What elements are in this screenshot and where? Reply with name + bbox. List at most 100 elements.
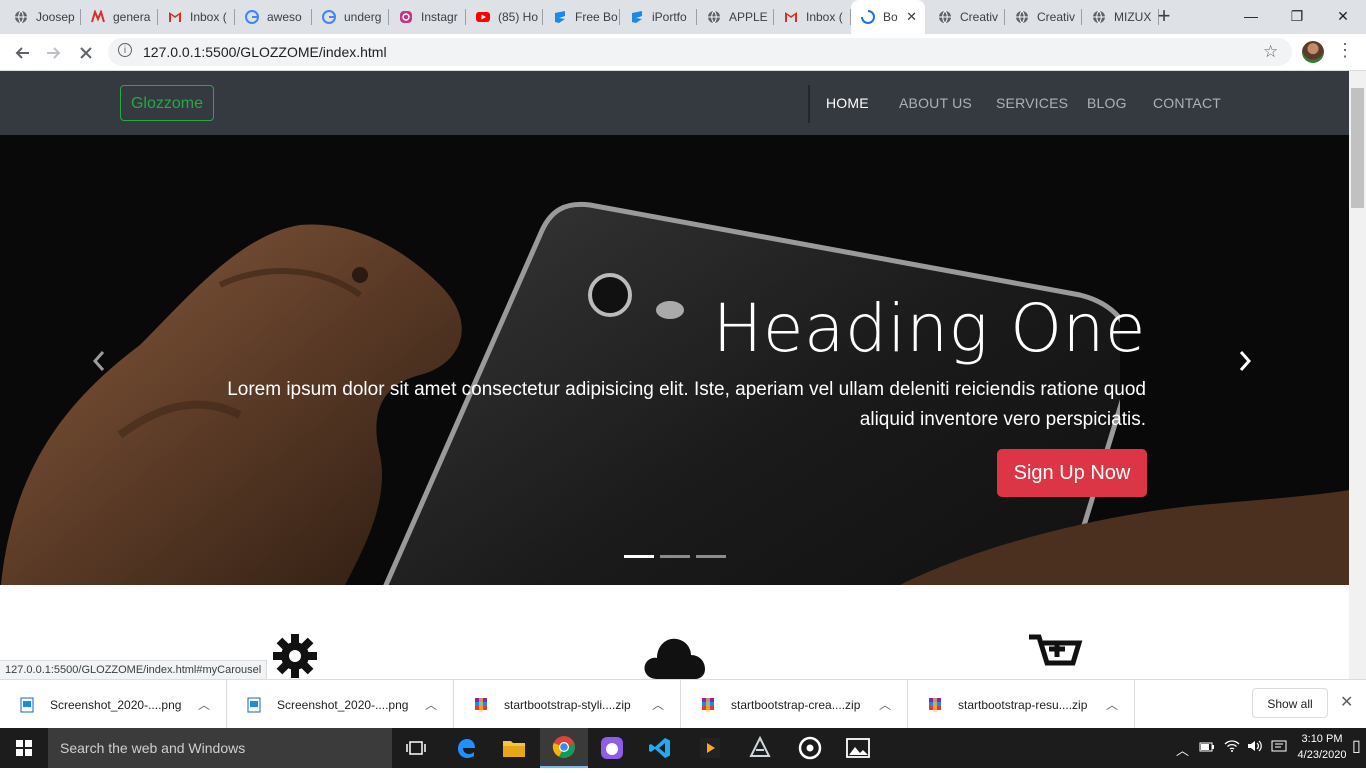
site-navbar: Glozzome HOME ABOUT US SERVICES BLOG CON…: [0, 71, 1349, 135]
download-filename: startbootstrap-crea....zip: [731, 697, 861, 712]
start-button[interactable]: [0, 728, 48, 768]
forward-button[interactable]: [42, 41, 66, 65]
back-arrow-icon: [15, 47, 29, 59]
tab[interactable]: Bo ✕: [851, 0, 925, 34]
tab[interactable]: genera: [81, 6, 158, 28]
download-item[interactable]: startbootstrap-styli....zip ︿: [454, 680, 681, 729]
tab[interactable]: Inbox (: [158, 6, 235, 28]
tab[interactable]: underg: [312, 6, 389, 28]
inkscape-icon: [749, 736, 771, 757]
tab-title: APPLE: [729, 10, 768, 24]
gmail-icon: [784, 10, 798, 24]
battery-icon[interactable]: [1199, 740, 1215, 755]
google-icon: [322, 10, 336, 24]
nav-link-contact[interactable]: CONTACT: [1153, 95, 1221, 111]
forward-arrow-icon: [47, 47, 61, 59]
show-all-downloads-button[interactable]: Show all: [1252, 688, 1328, 718]
google-icon: [245, 10, 259, 24]
tab[interactable]: Instagr: [389, 6, 466, 28]
task-view-button[interactable]: [392, 728, 440, 768]
close-window-button[interactable]: ✕: [1320, 0, 1366, 34]
clock-time: 3:10 PM: [1301, 733, 1343, 745]
restore-button[interactable]: ❐: [1274, 0, 1320, 34]
tab[interactable]: Inbox (: [774, 6, 851, 28]
download-item[interactable]: startbootstrap-crea....zip ︿: [681, 680, 908, 729]
minimize-button[interactable]: —: [1228, 0, 1274, 34]
tab-title: Inbox (: [806, 10, 843, 24]
carousel-indicator[interactable]: [660, 555, 690, 558]
tab-title: genera: [113, 10, 151, 24]
tab[interactable]: aweso: [235, 6, 312, 28]
info-icon[interactable]: i: [118, 43, 132, 57]
carousel-indicator[interactable]: [624, 555, 654, 558]
keyboard-language-icon[interactable]: [1271, 740, 1287, 757]
carousel-next-icon[interactable]: [1238, 350, 1252, 379]
inkscape-app[interactable]: [736, 728, 784, 768]
nav-link-blog[interactable]: BLOG: [1087, 95, 1127, 111]
sign-up-button[interactable]: Sign Up Now: [997, 449, 1147, 497]
close-downloads-icon[interactable]: ✕: [1340, 692, 1353, 712]
taskbar-search-input[interactable]: Search the web and Windows: [48, 728, 392, 768]
chevron-up-icon[interactable]: ︿: [425, 696, 437, 713]
browser-menu-icon[interactable]: ⋮: [1336, 40, 1354, 61]
vscode-app[interactable]: [636, 728, 684, 768]
wifi-icon[interactable]: [1224, 740, 1240, 755]
volume-icon[interactable]: [1247, 740, 1263, 755]
photos-app[interactable]: [834, 728, 882, 768]
tab[interactable]: (85) Ho: [466, 6, 543, 28]
tray-chevron-icon[interactable]: ︿: [1176, 740, 1189, 759]
hero-carousel: Heading One Lorem ipsum dolor sit amet c…: [0, 135, 1349, 585]
file-explorer-app[interactable]: [490, 728, 538, 768]
carousel-prev-icon[interactable]: [92, 350, 106, 379]
download-item[interactable]: Screenshot_2020-....png ︿: [0, 680, 227, 729]
chevron-up-icon[interactable]: ︿: [1106, 696, 1118, 713]
download-item[interactable]: Screenshot_2020-....png ︿: [227, 680, 454, 729]
download-item[interactable]: startbootstrap-resu....zip ︿: [908, 680, 1135, 729]
tab[interactable]: iPortfo: [620, 6, 697, 28]
nav-link-services[interactable]: SERVICES: [996, 95, 1068, 111]
back-button[interactable]: [10, 41, 34, 65]
tab[interactable]: Creativ: [928, 6, 1005, 28]
stop-button[interactable]: [74, 41, 98, 65]
tab[interactable]: Free Bo: [543, 6, 620, 28]
chrome-app[interactable]: [540, 728, 588, 768]
system-clock[interactable]: 3:10 PM 4/23/2020: [1296, 731, 1348, 763]
tab[interactable]: Creativ: [1005, 6, 1082, 28]
chevron-up-icon[interactable]: ︿: [879, 696, 891, 713]
scrollbar-thumb[interactable]: [1351, 88, 1364, 208]
github-desktop-app[interactable]: [588, 728, 636, 768]
hero-text-line-1: Lorem ipsum dolor sit amet consectetur a…: [227, 379, 1146, 400]
profile-avatar[interactable]: [1302, 41, 1324, 63]
hero-text: Lorem ipsum dolor sit amet consectetur a…: [220, 375, 1146, 435]
chrome-icon: [552, 736, 575, 758]
loading-icon: [861, 10, 875, 24]
tab[interactable]: MIZUX: [1082, 6, 1159, 28]
nav-link-home[interactable]: HOME: [826, 95, 869, 111]
carousel-indicator[interactable]: [696, 555, 726, 558]
chevron-up-icon[interactable]: ︿: [652, 696, 664, 713]
tab-title: Instagr: [421, 10, 458, 24]
edge-app[interactable]: [442, 728, 490, 768]
nav-link-about[interactable]: ABOUT US: [899, 95, 972, 111]
stop-icon: [80, 47, 92, 59]
chevron-up-icon[interactable]: ︿: [198, 696, 210, 713]
media-player-icon: [700, 738, 720, 758]
cloud-icon: [644, 638, 705, 679]
notifications-icon[interactable]: ▯: [1352, 736, 1361, 756]
nav-divider: [808, 85, 810, 123]
close-tab-icon[interactable]: ✕: [906, 9, 917, 25]
tab-title: iPortfo: [652, 10, 687, 24]
zip-archive-icon: [475, 697, 487, 712]
download-filename: startbootstrap-styli....zip: [504, 697, 631, 712]
tab[interactable]: APPLE: [697, 6, 774, 28]
url-text[interactable]: 127.0.0.1:5500/GLOZZOME/index.html: [143, 44, 387, 60]
media-player-app[interactable]: [686, 728, 734, 768]
zip-archive-icon: [929, 697, 941, 712]
tab-title: Joosep: [36, 10, 75, 24]
tab[interactable]: Joosep: [4, 6, 81, 28]
web-page: Glozzome HOME ABOUT US SERVICES BLOG CON…: [0, 71, 1349, 679]
disc-app[interactable]: [786, 728, 834, 768]
bookmark-star-icon[interactable]: ☆: [1263, 42, 1278, 62]
brand-logo-button[interactable]: Glozzome: [120, 85, 214, 121]
new-tab-button[interactable]: +: [1152, 4, 1176, 28]
